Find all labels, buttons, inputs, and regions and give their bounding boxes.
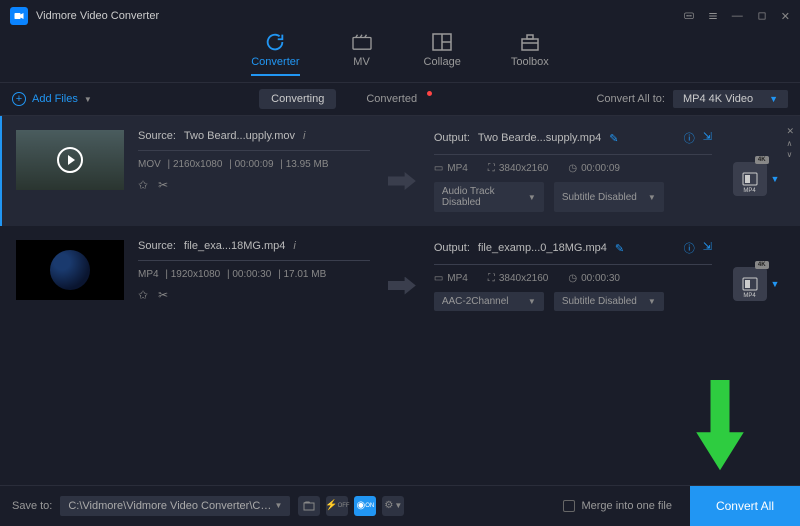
app-logo [10, 7, 28, 25]
remove-icon[interactable]: ✕ [786, 126, 794, 137]
open-folder-button[interactable] [298, 496, 320, 516]
tab-collage[interactable]: Collage [424, 32, 461, 76]
subtab-converted[interactable]: Converted [354, 89, 429, 109]
maximize-icon[interactable] [757, 10, 767, 23]
plus-icon: + [12, 92, 26, 106]
chevron-down-icon: ▼ [769, 94, 778, 104]
video-thumbnail[interactable] [16, 130, 124, 190]
info-icon[interactable]: i [303, 130, 305, 142]
audio-track-select[interactable]: Audio Track Disabled▼ [434, 182, 544, 212]
file-row[interactable]: Source: file_exa...18MG.mp4 i MP4 | 1920… [0, 226, 800, 325]
converter-icon [263, 32, 287, 52]
move-up-icon[interactable]: ∧ [786, 139, 794, 148]
audio-track-select[interactable]: AAC-2Channel▼ [434, 292, 544, 311]
effects-icon[interactable]: ✩ [138, 288, 148, 302]
settings-button[interactable]: ⚙▼ [382, 496, 404, 516]
notification-dot [427, 91, 432, 96]
subtab-converting[interactable]: Converting [259, 89, 336, 109]
format-icon: ▭ [434, 163, 443, 174]
info-icon[interactable]: ⓘ [684, 240, 695, 256]
app-title: Vidmore Video Converter [36, 10, 159, 22]
earth-thumbnail [50, 250, 90, 290]
info-icon[interactable]: ⓘ [684, 130, 695, 146]
subtitle-select[interactable]: Subtitle Disabled▼ [554, 182, 664, 212]
video-thumbnail[interactable] [16, 240, 124, 300]
menu-icon[interactable] [708, 10, 718, 23]
convert-all-button[interactable]: Convert All [690, 486, 800, 526]
close-icon[interactable]: ✕ [781, 10, 790, 23]
high-speed-on-button[interactable]: ◉ON [354, 496, 376, 516]
cut-icon[interactable]: ✂ [158, 288, 168, 302]
tab-mv[interactable]: MV [350, 32, 374, 76]
clock-icon: ◷ [568, 163, 577, 174]
tab-converter[interactable]: Converter [251, 32, 299, 76]
output-format-badge[interactable]: 4K MP4 [733, 267, 767, 301]
file-list: ✕ ∧ ∨ Source: Two Beard...upply.mov i MO… [0, 116, 800, 436]
source-meta: MOV | 2160x1080 | 00:00:09 | 13.95 MB [138, 159, 370, 170]
effects-icon[interactable]: ✩ [138, 178, 148, 192]
source-meta: MP4 | 1920x1080 | 00:00:30 | 17.01 MB [138, 269, 370, 280]
toolbox-icon [518, 32, 542, 52]
chevron-down-icon: ▼ [84, 95, 92, 104]
clock-icon: ◷ [568, 273, 577, 284]
merge-checkbox[interactable]: Merge into one file [563, 500, 672, 512]
chevron-down-icon[interactable]: ▼ [771, 174, 780, 184]
convert-all-to-label: Convert All to: [596, 93, 664, 105]
compress-icon[interactable]: ⇲ [703, 240, 712, 256]
format-icon: ▭ [434, 273, 443, 284]
arrow-icon [388, 172, 416, 190]
arrow-icon [388, 277, 416, 295]
info-icon[interactable]: i [293, 240, 295, 252]
collage-icon [430, 32, 454, 52]
compress-icon[interactable]: ⇲ [703, 130, 712, 146]
resolution-icon: ⛶ [488, 163, 495, 174]
hardware-accel-off-button[interactable]: ⚡OFF [326, 496, 348, 516]
tab-toolbox[interactable]: Toolbox [511, 32, 549, 76]
add-files-button[interactable]: + Add Files ▼ [12, 92, 92, 106]
move-down-icon[interactable]: ∨ [786, 150, 794, 159]
play-icon [57, 147, 83, 173]
checkbox-icon [563, 500, 575, 512]
subtitle-select[interactable]: Subtitle Disabled▼ [554, 292, 664, 311]
save-to-label: Save to: [12, 500, 52, 512]
file-row[interactable]: ✕ ∧ ∨ Source: Two Beard...upply.mov i MO… [0, 116, 800, 226]
chevron-down-icon[interactable]: ▼ [771, 279, 780, 289]
resolution-icon: ⛶ [488, 273, 495, 284]
edit-icon[interactable]: ✎ [609, 132, 618, 145]
edit-icon[interactable]: ✎ [615, 242, 624, 255]
output-format-badge[interactable]: 4K MP4 [733, 162, 767, 196]
mv-icon [350, 32, 374, 52]
feedback-icon[interactable] [684, 10, 694, 23]
save-path-dropdown[interactable]: C:\Vidmore\Vidmore Video Converter\Conve… [60, 496, 290, 516]
cut-icon[interactable]: ✂ [158, 178, 168, 192]
output-format-dropdown[interactable]: MP4 4K Video ▼ [673, 90, 788, 108]
minimize-icon[interactable]: — [732, 10, 743, 23]
